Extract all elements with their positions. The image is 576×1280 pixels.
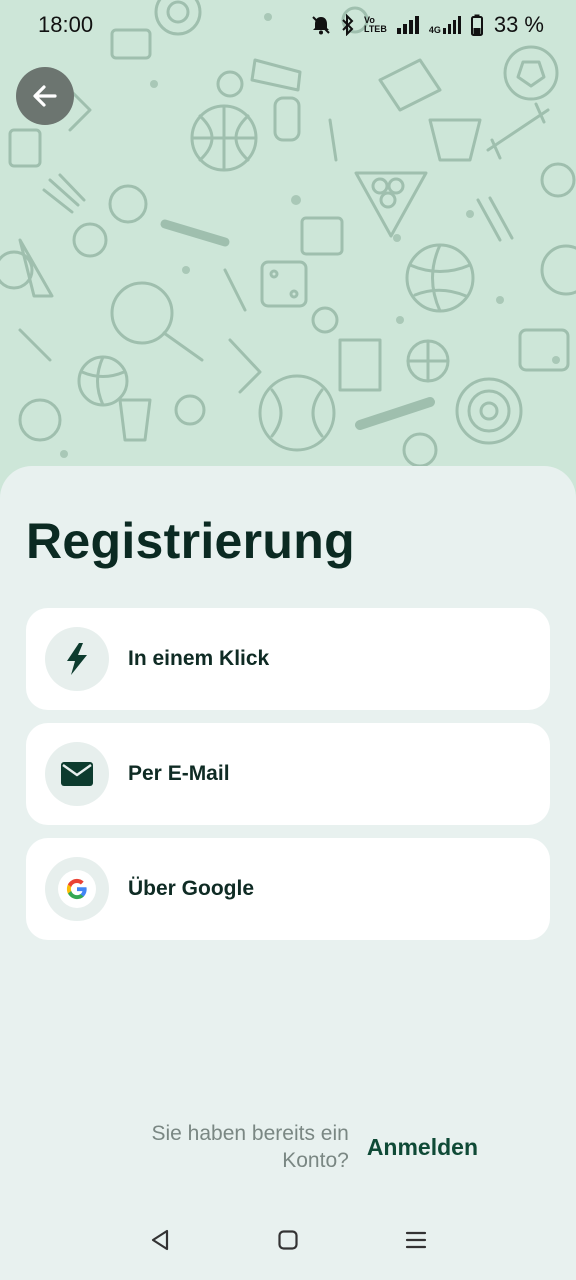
google-icon <box>66 878 87 900</box>
status-bar: 18:00 Vo LTEB 4G 33 % <box>0 0 576 50</box>
lightning-icon <box>67 643 87 675</box>
status-time: 18:00 <box>38 12 94 37</box>
option-icon-circle <box>45 857 109 921</box>
page-title: Registrierung <box>26 513 355 569</box>
option-icon-circle <box>45 627 109 691</box>
square-home-icon <box>278 1230 298 1250</box>
option-icon-circle <box>45 742 109 806</box>
triangle-back-icon <box>151 1229 169 1251</box>
login-row: Sie haben bereits ein Konto? Anmelden <box>0 1120 576 1174</box>
login-hint-text: Sie haben bereits ein Konto? <box>151 1122 349 1172</box>
nav-back-button[interactable] <box>130 1210 190 1270</box>
battery-icon <box>470 14 483 36</box>
login-link[interactable]: Anmelden <box>367 1134 478 1161</box>
arrow-left-icon <box>33 85 57 107</box>
option-one-click[interactable]: In einem Klick <box>26 608 550 710</box>
back-button[interactable] <box>16 67 74 125</box>
option-email[interactable]: Per E-Mail <box>26 723 550 825</box>
volte-indicator: Vo LTEB <box>364 16 387 34</box>
signal-strength-icon <box>396 16 419 34</box>
mail-icon <box>61 762 93 786</box>
option-label: Per E-Mail <box>128 762 230 785</box>
sports-doodle-pattern <box>0 0 576 468</box>
option-label: In einem Klick <box>128 647 270 670</box>
nav-home-button[interactable] <box>258 1210 318 1270</box>
battery-percent: 33 % <box>493 12 544 37</box>
option-label: Über Google <box>128 877 255 900</box>
signal-strength-2-icon <box>442 16 461 34</box>
menu-lines-icon <box>405 1231 427 1249</box>
bell-muted-icon <box>312 16 330 35</box>
signal-4g-group: 4G <box>429 15 462 35</box>
bluetooth-icon <box>342 14 354 36</box>
sports-pattern-background <box>0 0 576 500</box>
system-nav-bar <box>0 1200 576 1280</box>
nav-menu-button[interactable] <box>386 1210 446 1270</box>
status-icons: Vo LTEB 4G 33 % <box>310 12 544 38</box>
option-google[interactable]: Über Google <box>26 838 550 940</box>
network-type-text: 4G <box>428 25 441 35</box>
google-logo-badge <box>58 870 96 908</box>
volte-bottom-text: LTEB <box>363 24 387 34</box>
